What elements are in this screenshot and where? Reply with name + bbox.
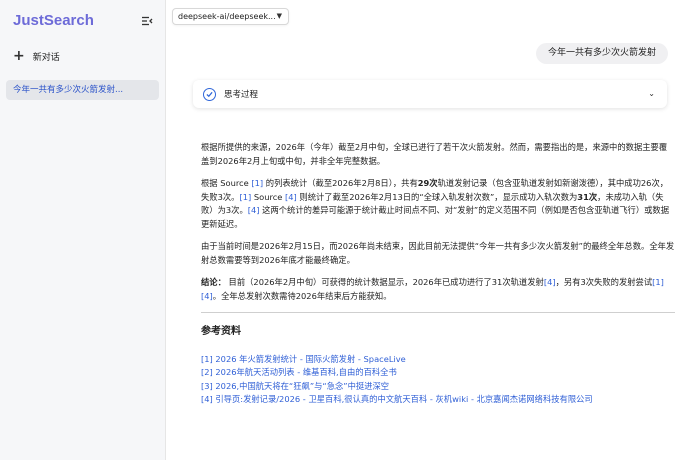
citation-link[interactable]: [1] <box>652 277 664 287</box>
citation-link[interactable]: [1] <box>251 178 263 188</box>
citation-link[interactable]: [4] <box>248 205 260 215</box>
chevron-down-icon[interactable]: ⌄ <box>648 89 655 98</box>
divider <box>201 312 675 313</box>
model-select[interactable]: deepseek-ai/deepseek... ▼ <box>172 8 289 25</box>
new-chat-button[interactable]: + 新对话 <box>13 48 60 64</box>
answer-paragraph: 结论： 目前（2026年2月中旬）可获得的统计数据显示，2026年已成功进行了3… <box>201 276 675 303</box>
text: 目前（2026年2月中旬）可获得的统计数据显示，2026年已成功进行了31次轨道… <box>225 277 544 287</box>
text: 的列表统计（截至2026年2月8日），共有 <box>263 178 418 188</box>
thinking-panel[interactable]: 思考过程 ⌄ <box>193 80 667 108</box>
citation-link[interactable]: [1] <box>239 192 251 202</box>
history-item[interactable]: 今年一共有多少次火箭发射... <box>6 80 159 100</box>
answer-paragraph: 由于当前时间是2026年2月15日，而2026年尚未结束，因此目前无法提供“今年… <box>201 241 675 265</box>
collapse-sidebar-icon[interactable] <box>141 15 153 27</box>
references-title: 参考资料 <box>201 326 241 337</box>
text: 则统计了截至2026年2月13日的“全球入轨发射次数”，显示成功入轨次数为 <box>296 191 578 202</box>
text: 根据 Source <box>201 178 252 188</box>
app-logo: JustSearch <box>13 12 94 29</box>
user-message: 今年一共有多少次火箭发射 <box>535 43 668 64</box>
text: ，另有3次失败的发射尝试 <box>555 277 653 287</box>
sidebar: JustSearch + 新对话 今年一共有多少次火箭发射... <box>0 0 166 460</box>
chevron-down-icon: ▼ <box>276 12 282 20</box>
text: 这两个统计的差异可能源于统计截止时间点不同、对“发射”的定义范围不同（例如是否包… <box>201 205 670 229</box>
bold-text: 31次 <box>577 191 598 202</box>
citation-link[interactable]: [4] <box>201 291 213 301</box>
model-select-value: deepseek-ai/deepseek... <box>178 12 276 21</box>
plus-icon: + <box>13 48 25 64</box>
answer-content: 根据所提供的来源，2026年（今年）截至2月中旬，全球已进行了若干次火箭发射。然… <box>201 141 675 407</box>
reference-link[interactable]: [3] 2026,中国航天将在“狂飙”与“急念”中挺进深空 <box>201 380 675 394</box>
reference-link[interactable]: [1] 2026 年火箭发射统计 - 国际火箭发射 - SpaceLive <box>201 353 675 367</box>
answer-paragraph: 根据 Source [1] 的列表统计（截至2026年2月8日），共有29次轨道… <box>201 177 675 231</box>
new-chat-label: 新对话 <box>32 52 60 63</box>
text: 。全年总发射次数需待2026年结束后方能获知。 <box>212 290 392 301</box>
text: Source <box>251 191 286 202</box>
reference-link[interactable]: [2] 2026年航天活动列表 - 维基百科,自由的百科全书 <box>201 366 675 380</box>
citation-link[interactable]: [4] <box>544 277 556 287</box>
bold-text: 29次 <box>417 178 438 188</box>
check-circle-icon <box>203 87 216 101</box>
reference-link[interactable]: [4] 引导页:发射记录/2026 - 卫星百科,很认真的中文航天百科 - 灰机… <box>201 393 675 407</box>
answer-paragraph: 根据所提供的来源，2026年（今年）截至2月中旬，全球已进行了若干次火箭发射。然… <box>201 142 668 166</box>
citation-link[interactable]: [4] <box>285 192 297 202</box>
conclusion-label: 结论： <box>201 277 226 287</box>
thinking-label: 思考过程 <box>224 90 259 100</box>
